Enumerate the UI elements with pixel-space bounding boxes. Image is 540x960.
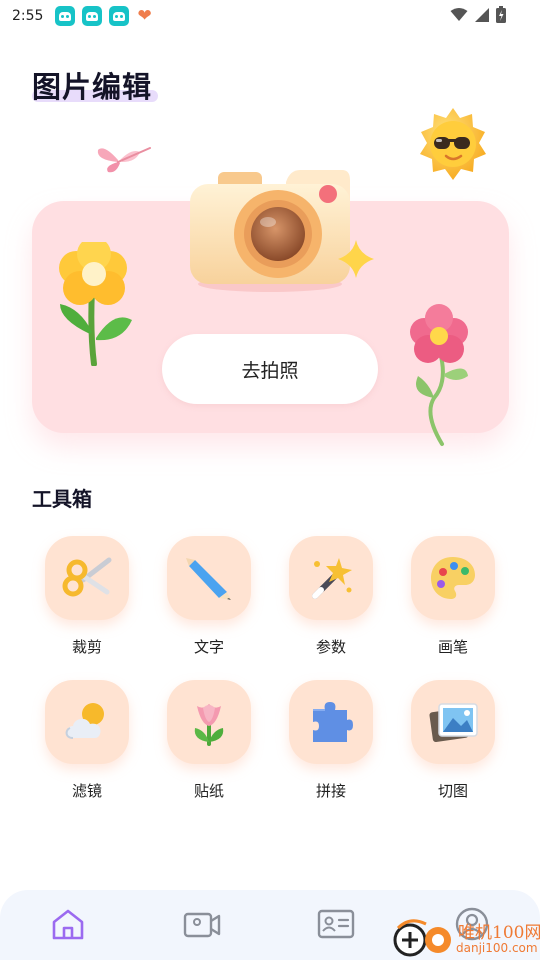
- signal-icon: [475, 7, 489, 22]
- butterfly-icon: [97, 147, 151, 173]
- video-icon: [183, 912, 221, 938]
- tool-brush[interactable]: 画笔: [411, 536, 495, 658]
- camera-icon: [190, 170, 350, 292]
- tool-filter[interactable]: 滤镜: [45, 680, 129, 802]
- scissors-icon: [62, 557, 112, 597]
- app-notification-icon: [109, 6, 130, 26]
- toolbox-title: 工具箱: [32, 487, 92, 511]
- tool-crop[interactable]: 裁剪: [45, 536, 129, 658]
- flower-icon: [194, 704, 224, 746]
- watermark-logo-icon: [393, 919, 451, 957]
- tool-label: 裁剪: [71, 638, 102, 656]
- id-card-icon: [317, 909, 355, 939]
- take-photo-button[interactable]: 去拍照: [162, 334, 378, 404]
- magic-wand-icon: [312, 558, 352, 599]
- sun-sticker-icon: [420, 108, 486, 180]
- tool-tile: [411, 680, 495, 764]
- status-bar: 2:55 ❤: [0, 0, 540, 32]
- tool-label: 画笔: [437, 638, 468, 656]
- tool-tile: [45, 536, 129, 620]
- status-indicators: [450, 6, 506, 23]
- pencil-icon: [186, 558, 231, 600]
- nav-home[interactable]: [48, 904, 88, 944]
- tool-stitch[interactable]: 拼接: [289, 680, 373, 802]
- tool-tile: [167, 536, 251, 620]
- tool-label: 文字: [193, 638, 224, 656]
- heart-notification-icon: ❤: [137, 5, 152, 26]
- status-time: 2:55: [12, 8, 44, 24]
- watermark-text: 唯机100网: [458, 923, 540, 943]
- tool-tile: [289, 536, 373, 620]
- watermark-domain: danji100.com: [456, 941, 538, 955]
- tool-sticker[interactable]: 贴纸: [167, 680, 251, 802]
- star-icon: [338, 240, 374, 278]
- battery-icon: [496, 6, 506, 23]
- tool-tile: [289, 680, 373, 764]
- weather-icon: [65, 703, 104, 739]
- tool-tile: [411, 536, 495, 620]
- nav-id-card[interactable]: [316, 904, 356, 944]
- home-icon: [52, 909, 84, 940]
- tool-text[interactable]: 文字: [167, 536, 251, 658]
- photos-icon: [429, 703, 478, 742]
- nav-video[interactable]: [182, 904, 222, 944]
- tool-label: 滤镜: [71, 782, 102, 800]
- app-notification-icon: [82, 6, 103, 26]
- wifi-icon: [450, 7, 468, 21]
- app-notification-icon: [55, 6, 76, 26]
- tool-params[interactable]: 参数: [289, 536, 373, 658]
- palette-icon: [431, 557, 475, 599]
- tool-label: 参数: [315, 638, 346, 656]
- flower-right-icon: [410, 304, 468, 446]
- flower-left-icon: [59, 242, 132, 366]
- tool-label: 拼接: [315, 782, 346, 800]
- tool-slice[interactable]: 切图: [411, 680, 495, 802]
- puzzle-icon: [313, 702, 353, 742]
- tool-label: 切图: [437, 782, 468, 800]
- watermark: 唯机100网 danji100.com: [392, 914, 540, 960]
- tool-tile: [45, 680, 129, 764]
- page-title: 图片编辑: [32, 70, 153, 104]
- tool-tile: [167, 680, 251, 764]
- tool-label: 贴纸: [193, 782, 224, 800]
- page-title-block: 图片编辑: [32, 64, 158, 106]
